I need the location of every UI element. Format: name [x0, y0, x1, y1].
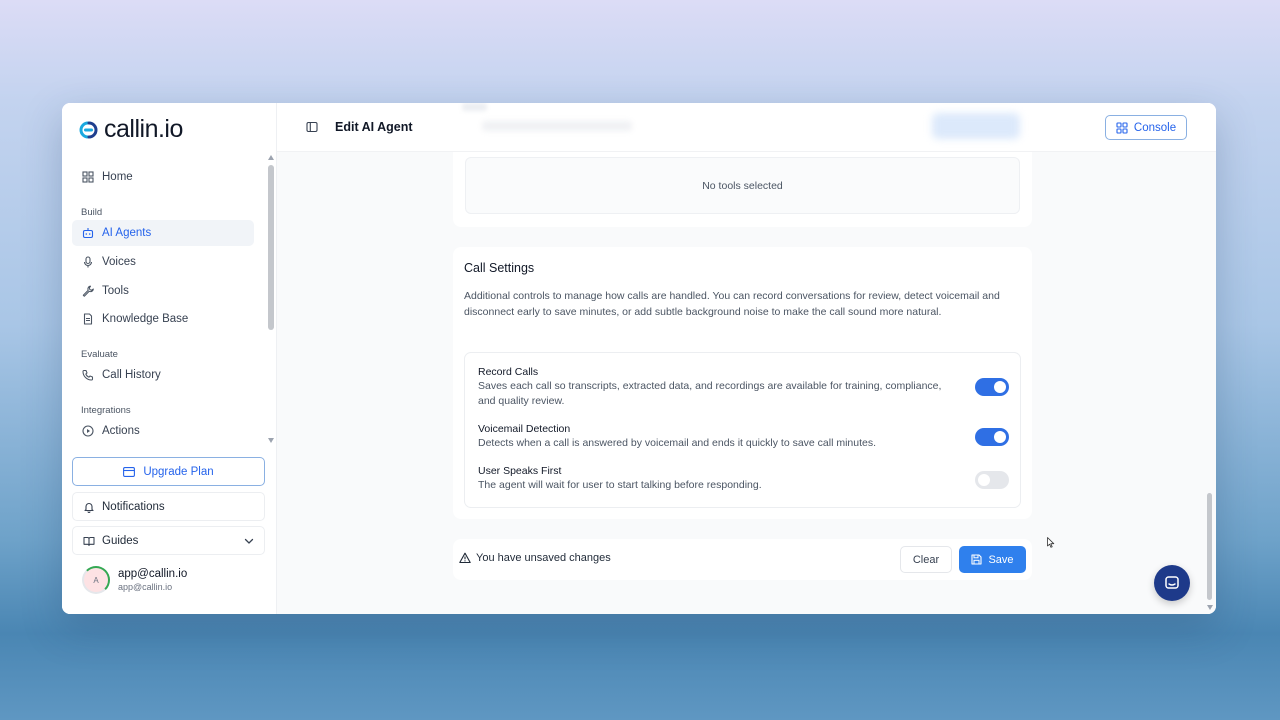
sidebar-item-label: AI Agents: [102, 227, 152, 239]
chevron-down-icon: [244, 536, 254, 546]
tools-empty-text: No tools selected: [702, 179, 783, 192]
upgrade-plan-label: Upgrade Plan: [143, 465, 214, 478]
setting-description: The agent will wait for user to start ta…: [478, 479, 762, 491]
setting-voicemail-detection: Voicemail Detection Detects when a call …: [478, 423, 948, 451]
section-label-evaluate: Evaluate: [81, 349, 118, 360]
grid-icon: [82, 171, 94, 183]
setting-record-calls: Record Calls Saves each call so transcri…: [478, 366, 948, 409]
call-settings-description: Additional controls to manage how calls …: [464, 290, 1000, 318]
sidebar-item-call-history[interactable]: Call History: [72, 362, 254, 388]
credit-card-icon: [123, 466, 136, 477]
brand-logo[interactable]: callin.io: [76, 115, 183, 144]
setting-title: User Speaks First: [478, 465, 562, 477]
mouse-cursor-icon: [1047, 537, 1055, 548]
save-button[interactable]: Save: [959, 546, 1026, 573]
unsaved-changes-bar: You have unsaved changes Clear Save: [453, 539, 1032, 580]
toggle-knob: [994, 381, 1006, 393]
app-window: callin.io Home Build AI Agents Voices To…: [62, 103, 1216, 614]
call-settings-title: Call Settings: [464, 261, 535, 275]
callin-logo-icon: [79, 121, 98, 138]
top-bar: Edit AI Agent Console: [277, 103, 1216, 152]
book-open-icon: [83, 535, 95, 547]
bot-icon: [82, 227, 94, 239]
console-label: Console: [1133, 121, 1177, 134]
main-scroll-thumb[interactable]: [1207, 493, 1212, 600]
voicemail-detection-toggle[interactable]: [975, 428, 1009, 446]
sidebar-scroll-thumb[interactable]: [268, 165, 274, 330]
blurred-header-button: [932, 113, 1020, 139]
scroll-up-arrow-icon[interactable]: [268, 155, 274, 160]
blurred-header-fragment: [482, 121, 632, 131]
sidebar-item-label: Home: [102, 171, 133, 183]
notifications-button[interactable]: Notifications: [72, 492, 265, 521]
warning-triangle-icon: [459, 552, 471, 564]
setting-description: Saves each call so transcripts, extracte…: [478, 380, 942, 407]
sidebar-item-voices[interactable]: Voices: [72, 249, 254, 275]
call-settings-options: Record Calls Saves each call so transcri…: [464, 352, 1021, 508]
sidebar-item-tools[interactable]: Tools: [72, 278, 254, 304]
sidebar-item-label: Voices: [102, 256, 136, 268]
record-calls-toggle[interactable]: [975, 378, 1009, 396]
upgrade-plan-button[interactable]: Upgrade Plan: [72, 457, 265, 486]
clear-button[interactable]: Clear: [900, 546, 952, 573]
tools-card: No tools selected: [453, 152, 1032, 227]
chat-icon: [1164, 575, 1180, 591]
call-settings-card: Call Settings Additional controls to man…: [453, 247, 1032, 519]
page-title: Edit AI Agent: [335, 120, 413, 134]
unsaved-changes-notice: You have unsaved changes: [459, 552, 611, 564]
setting-title: Voicemail Detection: [478, 423, 571, 435]
avatar-initial: A: [93, 575, 99, 585]
grid-icon: [1116, 121, 1128, 134]
sidebar-item-label: Knowledge Base: [102, 313, 189, 325]
floppy-disk-icon: [971, 554, 983, 565]
sidebar-item-ai-agents[interactable]: AI Agents: [72, 220, 254, 246]
scroll-down-arrow-icon[interactable]: [268, 438, 274, 443]
sidebar-item-knowledge-base[interactable]: Knowledge Base: [72, 306, 254, 332]
sidebar-item-label: Actions: [102, 425, 140, 437]
brand-name: callin.io: [104, 115, 183, 143]
chat-support-button[interactable]: [1154, 565, 1190, 601]
sidebar-item-actions[interactable]: Actions: [72, 418, 254, 444]
setting-user-speaks-first: User Speaks First The agent will wait fo…: [478, 465, 948, 493]
sidebar-item-home[interactable]: Home: [72, 164, 254, 190]
sidebar-scrollbar[interactable]: [267, 155, 275, 443]
tools-empty-state: No tools selected: [465, 157, 1020, 214]
bell-icon: [83, 501, 95, 513]
guides-label: Guides: [102, 534, 139, 547]
toggle-knob: [978, 474, 990, 486]
avatar: A: [82, 566, 110, 594]
guides-dropdown[interactable]: Guides: [72, 526, 265, 555]
save-label: Save: [988, 553, 1014, 566]
sidebar: callin.io Home Build AI Agents Voices To…: [62, 103, 277, 614]
phone-icon: [82, 369, 94, 381]
play-circle-icon: [82, 425, 94, 437]
notifications-label: Notifications: [102, 500, 165, 513]
clear-label: Clear: [912, 553, 940, 566]
setting-description: Detects when a call is answered by voice…: [478, 437, 877, 449]
user-name: app@callin.io: [118, 568, 188, 580]
sidebar-item-label: Tools: [102, 285, 129, 297]
console-button[interactable]: Console: [1105, 115, 1187, 140]
section-label-integrations: Integrations: [81, 405, 131, 416]
setting-title: Record Calls: [478, 366, 539, 378]
wrench-icon: [82, 285, 94, 297]
user-profile[interactable]: A app@callin.io app@callin.io: [82, 566, 187, 594]
scroll-down-arrow-icon[interactable]: [1207, 605, 1213, 610]
user-email: app@callin.io: [118, 582, 173, 592]
section-label-build: Build: [81, 207, 103, 218]
microphone-icon: [82, 256, 94, 268]
user-speaks-first-toggle[interactable]: [975, 471, 1009, 489]
document-icon: [82, 313, 94, 325]
main-content: Edit AI Agent Console No tools selected …: [277, 103, 1216, 614]
toggle-knob: [994, 431, 1006, 443]
sidebar-toggle-icon[interactable]: [306, 121, 318, 133]
unsaved-changes-text: You have unsaved changes: [476, 552, 611, 564]
blurred-header-fragment: [462, 103, 487, 111]
sidebar-item-label: Call History: [102, 369, 161, 381]
